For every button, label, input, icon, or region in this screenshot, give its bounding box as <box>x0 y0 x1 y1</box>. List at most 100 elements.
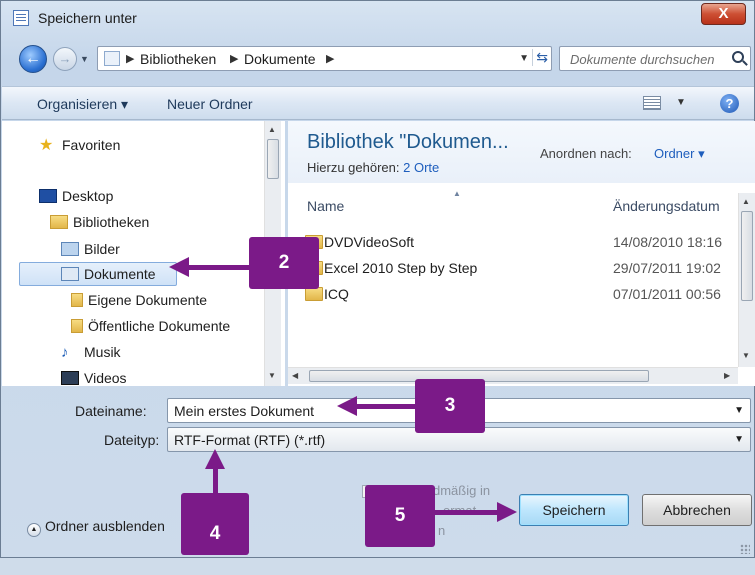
callout-arrow <box>435 510 499 515</box>
library-title: Bibliothek "Dokumen... <box>307 131 509 153</box>
callout-5: 5 <box>365 485 435 547</box>
sidebar-item-label: Bibliotheken <box>73 214 150 230</box>
sidebar-item-label: Bilder <box>84 241 120 257</box>
callout-arrowhead <box>497 502 517 522</box>
sidebar-item-videos[interactable]: Videos <box>61 370 127 386</box>
sidebar-item-favoriten[interactable]: ★ Favoriten <box>39 135 120 155</box>
sidebar-item-label: Dokumente <box>84 266 156 282</box>
address-dropdown-icon[interactable]: ▼ <box>519 53 529 64</box>
desktop-icon <box>39 189 57 203</box>
library-icon <box>104 51 120 66</box>
chevron-down-icon[interactable]: ▼ <box>734 405 744 416</box>
file-date: 29/07/2011 19:02 <box>613 260 721 276</box>
callout-arrow <box>187 265 249 270</box>
sidebar-item-label: Desktop <box>62 188 114 204</box>
organize-button[interactable]: Organisieren ▾ <box>37 96 128 113</box>
folder-icon <box>71 293 83 307</box>
scroll-down-icon[interactable]: ▼ <box>742 351 750 360</box>
file-list-hscrollbar[interactable]: ◀ ▶ <box>288 367 738 384</box>
file-browser: Bibliothek "Dokumen... Hierzu gehören: 2… <box>288 121 755 386</box>
sidebar-item-label: Videos <box>84 370 127 386</box>
new-folder-button[interactable]: Neuer Ordner <box>167 96 253 112</box>
filename-value: Mein erstes Dokument <box>174 403 315 419</box>
breadcrumb-chevron-icon[interactable]: ▶ <box>326 52 334 65</box>
scroll-down-icon[interactable]: ▼ <box>268 371 276 380</box>
arrange-dropdown[interactable]: Ordner ▾ <box>654 146 705 162</box>
sidebar-item-label: Favoriten <box>62 137 121 153</box>
scroll-up-icon[interactable]: ▲ <box>268 125 276 134</box>
scrollbar-thumb[interactable] <box>267 139 279 179</box>
view-options-icon[interactable] <box>643 96 661 110</box>
sidebar-item-desktop[interactable]: Desktop <box>39 188 113 204</box>
breadcrumb-bibliotheken[interactable]: Bibliotheken <box>140 51 216 67</box>
close-button[interactable]: X <box>701 3 746 25</box>
breadcrumb-chevron-icon[interactable]: ▶ <box>230 52 238 65</box>
breadcrumb-dokumente[interactable]: Dokumente <box>244 51 316 67</box>
address-bar[interactable]: ▶ Bibliotheken ▶ Dokumente ▶ ▼ ⇆ <box>97 46 552 71</box>
column-header-name[interactable]: Name <box>307 198 344 214</box>
file-name: Excel 2010 Step by Step <box>324 260 478 276</box>
sidebar-item-label: Öffentliche Dokumente <box>88 318 231 334</box>
filetype-value: RTF-Format (RTF) (*.rtf) <box>174 432 326 448</box>
view-dropdown-icon[interactable]: ▼ <box>676 97 686 108</box>
file-date: 14/08/2010 18:16 <box>613 234 722 250</box>
sidebar-item-dokumente[interactable]: Dokumente <box>61 266 156 282</box>
sidebar-item-musik[interactable]: ♪ Musik <box>61 344 121 361</box>
navigation-pane: ★ Favoriten Desktop Bibliotheken Bilder D… <box>2 121 285 386</box>
folder-icon <box>71 319 83 333</box>
scroll-left-icon[interactable]: ◀ <box>292 371 298 380</box>
callout-arrowhead <box>205 449 225 469</box>
column-header-date[interactable]: Änderungsdatum <box>613 198 720 214</box>
callout-arrowhead <box>169 257 189 277</box>
title-bar: Speichern unter X <box>1 1 754 35</box>
arrange-label: Anordnen nach: <box>540 146 632 161</box>
library-header: Bibliothek "Dokumen... Hierzu gehören: 2… <box>288 121 755 183</box>
chevron-down-icon[interactable]: ▼ <box>734 434 744 445</box>
cancel-button[interactable]: Abbrechen <box>642 494 752 526</box>
file-date: 07/01/2011 00:56 <box>613 286 721 302</box>
hide-folders-label: Ordner ausblenden <box>45 518 165 534</box>
documents-icon <box>61 267 79 281</box>
library-icon <box>50 215 68 229</box>
callout-arrow <box>213 467 218 495</box>
pictures-icon <box>61 242 79 256</box>
callout-3: 3 <box>415 379 485 433</box>
callout-arrowhead <box>337 396 357 416</box>
wordpad-icon <box>13 10 29 26</box>
navigation-bar: ← → ▼ ▶ Bibliotheken ▶ Dokumente ▶ ▼ ⇆ D… <box>1 43 754 73</box>
filetype-label: Dateityp: <box>104 432 160 448</box>
folder-icon <box>305 287 323 301</box>
star-icon: ★ <box>39 137 54 154</box>
recent-pages-dropdown[interactable]: ▼ <box>80 54 89 64</box>
callout-arrow <box>355 404 415 409</box>
hide-folders-button[interactable]: ▲ Ordner ausblenden <box>27 518 165 537</box>
sidebar-item-label: Eigene Dokumente <box>88 292 208 308</box>
search-input[interactable]: Dokumente durchsuchen <box>559 46 751 71</box>
library-subtitle: Hierzu gehören: 2 Orte <box>307 160 439 175</box>
help-icon[interactable]: ? <box>720 94 739 113</box>
sidebar-item-bibliotheken[interactable]: Bibliotheken <box>50 214 149 230</box>
video-icon <box>61 371 79 385</box>
back-button[interactable]: ← <box>19 45 47 73</box>
library-subtitle-prefix: Hierzu gehören: <box>307 160 400 175</box>
sort-ascending-icon: ▲ <box>453 189 461 198</box>
refresh-icon[interactable]: ⇆ <box>532 49 548 66</box>
file-name: ICQ <box>324 286 349 302</box>
breadcrumb-chevron-icon[interactable]: ▶ <box>126 52 134 65</box>
sidebar-item-eigene-dokumente[interactable]: Eigene Dokumente <box>71 292 207 308</box>
resize-grip[interactable] <box>740 544 750 554</box>
search-placeholder: Dokumente durchsuchen <box>570 52 715 67</box>
save-button[interactable]: Speichern <box>519 494 629 526</box>
options-text: n <box>438 523 446 538</box>
file-list-scrollbar[interactable]: ▲ ▼ <box>738 193 755 367</box>
search-icon[interactable] <box>732 51 744 63</box>
sidebar-item-bilder[interactable]: Bilder <box>61 241 120 257</box>
library-locations-link[interactable]: 2 Orte <box>403 160 439 175</box>
scroll-right-icon[interactable]: ▶ <box>724 371 730 380</box>
sidebar-item-oeffentliche-dokumente[interactable]: Öffentliche Dokumente <box>71 318 230 334</box>
forward-button[interactable]: → <box>53 47 77 71</box>
filename-label: Dateiname: <box>75 403 147 419</box>
collapse-icon: ▲ <box>27 523 41 537</box>
scrollbar-thumb[interactable] <box>741 211 753 301</box>
scroll-up-icon[interactable]: ▲ <box>742 197 750 206</box>
